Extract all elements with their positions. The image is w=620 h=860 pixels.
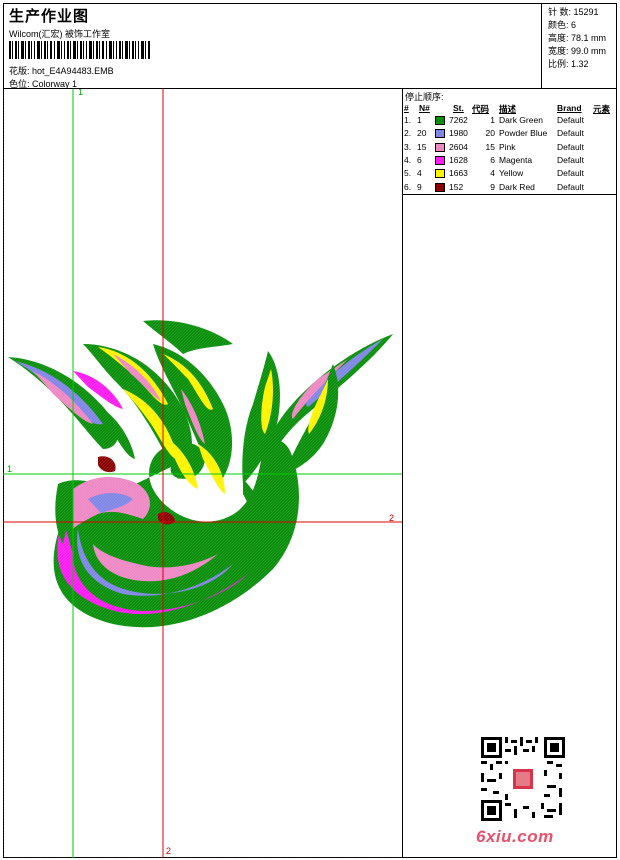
stop-sequence-panel: 停止顺序: # N# St. 代码 描述 Brand 元素 1. 1 7262 1 Da… — [403, 89, 617, 858]
stop-code: 15 — [485, 141, 495, 152]
stop-num: 2. — [404, 128, 412, 139]
stop-st: 2604 — [449, 141, 468, 152]
green-guide-top-label: 1 — [78, 89, 84, 97]
stop-code: 6 — [490, 154, 495, 165]
colorway-value: Colorway 1 — [32, 79, 78, 89]
red-guide-bottom-label: 2 — [166, 846, 172, 856]
color-swatch — [435, 155, 445, 165]
embroidery-artwork — [3, 89, 402, 858]
color-swatch — [435, 182, 445, 192]
stop-brand: Default — [557, 128, 584, 139]
design-canvas: 1 1 2 2 — [3, 89, 403, 858]
stop-row: 5. 4 1663 4 Yellow Default — [403, 168, 617, 181]
col-header-n: N# — [419, 103, 430, 113]
green-guide-left-label: 1 — [7, 464, 13, 474]
stop-num: 4. — [404, 154, 412, 165]
col-header-code: 代码 — [472, 104, 490, 114]
stat-stitches: 针 数: 15291 — [548, 7, 599, 17]
color-swatch — [435, 142, 445, 152]
stop-n: 4 — [417, 168, 422, 179]
stop-code: 4 — [490, 168, 495, 179]
stop-brand: Default — [557, 181, 584, 192]
stop-code: 20 — [485, 128, 495, 139]
stop-st: 152 — [449, 181, 464, 192]
stop-n: 1 — [417, 115, 422, 125]
stop-code: 1 — [490, 115, 495, 125]
stat-height: 高度: 78.1 mm — [548, 33, 607, 43]
barcode — [9, 41, 150, 59]
stop-n: 15 — [417, 141, 427, 152]
stop-st: 1628 — [449, 154, 468, 165]
col-header-num: # — [404, 103, 409, 113]
col-header-st: St. — [453, 103, 464, 113]
design-label: 花版: — [9, 66, 30, 76]
stop-row: 6. 9 152 9 Dark Red Default — [403, 182, 617, 195]
stop-brand: Default — [557, 154, 584, 165]
col-header-brand: Brand — [557, 103, 582, 113]
stop-desc: Dark Green — [499, 115, 543, 125]
company-name: Wilcom(汇宏) 被饰工作室 — [9, 29, 110, 39]
stats-block: 针 数: 15291 颜色: 6 高度: 78.1 mm 宽度: 99.0 mm… — [541, 3, 617, 89]
watermark-logo: 6xiu.com — [476, 827, 554, 846]
color-swatch — [435, 169, 445, 179]
design-file-line: 花版: hot_E4A94483.EMB — [9, 64, 114, 77]
col-header-desc: 描述 — [499, 104, 517, 114]
stop-brand: Default — [557, 168, 584, 179]
stat-colors: 颜色: 6 — [548, 20, 577, 30]
stop-brand: Default — [557, 115, 584, 125]
color-swatch — [435, 129, 445, 139]
qr-code — [481, 737, 565, 821]
stop-desc: Pink — [499, 141, 516, 152]
stop-st: 7262 — [449, 115, 468, 125]
red-guide-right-label: 2 — [389, 513, 395, 523]
stop-row: 3. 15 2604 15 Pink Default — [403, 142, 617, 155]
header-block: 生产作业图 Wilcom(汇宏) 被饰工作室 花版: hot_E4A94483.… — [3, 3, 617, 89]
stop-brand: Default — [557, 141, 584, 152]
page-title: 生产作业图 — [9, 8, 90, 25]
stat-scale: 比例: 1.32 — [548, 59, 589, 69]
stop-num: 3. — [404, 141, 412, 152]
stop-code: 9 — [490, 181, 495, 192]
col-header-element: 元素 — [593, 104, 611, 114]
color-swatch — [435, 116, 445, 125]
stop-row: 4. 6 1628 6 Magenta Default — [403, 155, 617, 168]
stop-n: 9 — [417, 181, 422, 192]
stop-num: 1. — [404, 115, 412, 125]
stop-desc: Magenta — [499, 154, 533, 165]
stop-st: 1980 — [449, 128, 468, 139]
stop-st: 1663 — [449, 168, 468, 179]
stop-desc: Powder Blue — [499, 128, 548, 139]
colorway-label: 色位: — [9, 79, 30, 89]
stop-num: 5. — [404, 168, 412, 179]
stop-num: 6. — [404, 181, 412, 192]
stop-desc: Dark Red — [499, 181, 535, 192]
design-file-name: hot_E4A94483.EMB — [32, 66, 114, 76]
stop-n: 6 — [417, 154, 422, 165]
stop-n: 20 — [417, 128, 427, 139]
stop-row: 1. 1 7262 1 Dark Green Default — [403, 115, 617, 128]
stop-row: 2. 20 1980 20 Powder Blue Default — [403, 128, 617, 141]
panel-divider — [403, 194, 617, 195]
stat-width: 宽度: 99.0 mm — [548, 46, 607, 56]
stop-desc: Yellow — [499, 168, 524, 179]
stop-sequence-title: 停止顺序: — [405, 92, 444, 102]
